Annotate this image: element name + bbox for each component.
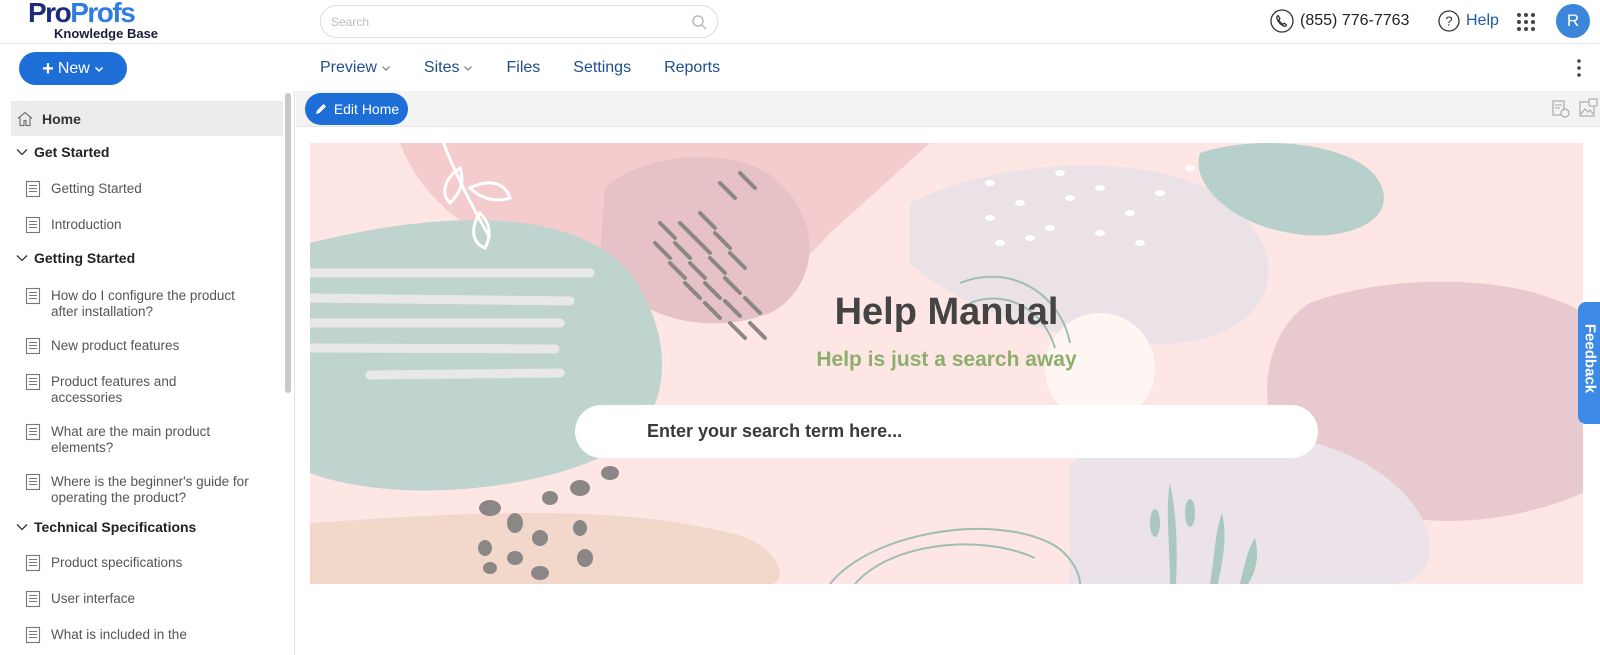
sidebar-category-label: Get Started (34, 144, 110, 160)
top-search-input[interactable] (331, 13, 671, 31)
hero-banner: Help Manual Help is just a search away (310, 143, 1583, 584)
nav-files-label: Files (506, 59, 541, 76)
sidebar-article[interactable]: What is included in the (24, 626, 254, 644)
feedback-tab[interactable]: Feedback (1578, 302, 1600, 424)
logo-part-1: Pro (28, 0, 72, 28)
chevron-down-icon (16, 149, 28, 156)
chevron-down-icon (16, 255, 28, 262)
nav-reports[interactable]: Reports (664, 59, 720, 77)
edit-home-label: Edit Home (333, 101, 400, 117)
hero-subtitle: Help is just a search away (816, 348, 1077, 371)
document-icon (25, 337, 41, 355)
chevron-down-icon (464, 66, 473, 71)
sidebar-article-label: How do I configure the product after ins… (51, 288, 235, 319)
logo-wordmark: ProProfs (28, 0, 136, 28)
document-icon (25, 626, 41, 644)
logo-subtitle: Knowledge Base (54, 26, 159, 41)
top-navigation: Preview Sites Files Settings Reports (320, 52, 753, 84)
sidebar-article-label: New product features (51, 338, 180, 353)
plus-icon: + (42, 57, 54, 80)
sidebar-article-label: What is included in the (51, 627, 187, 642)
banner-image-icon[interactable] (1578, 98, 1598, 118)
document-icon (25, 473, 41, 491)
sidebar-article-label: User interface (51, 591, 136, 606)
help-circle-icon: ? (1438, 10, 1460, 32)
phone-icon (1270, 9, 1294, 33)
sidebar-article[interactable]: How do I configure the product after ins… (24, 287, 254, 320)
sidebar-article-label: Product features and accessories (51, 374, 177, 405)
sidebar-article-label: Introduction (51, 217, 122, 232)
editor-toolbar (296, 91, 1600, 127)
proprofs-logo[interactable]: ProProfs Knowledge Base (28, 0, 168, 44)
phone-number: (855) 776-7763 (1300, 12, 1410, 29)
app-root: ProProfs Knowledge Base (855) 776-7763 ?… (0, 0, 1600, 655)
sidebar-article[interactable]: Getting Started (24, 180, 254, 198)
chevron-down-icon (381, 66, 390, 71)
sidebar-category-get-started[interactable]: Get Started (16, 140, 109, 164)
new-button-label: New (57, 59, 90, 77)
nav-preview[interactable]: Preview (320, 59, 391, 77)
sidebar-home-label: Home (42, 110, 81, 127)
nav-reports-label: Reports (664, 59, 721, 76)
new-button[interactable]: + New (19, 52, 127, 85)
home-icon (17, 111, 33, 126)
sidebar-category-label: Getting Started (34, 250, 136, 266)
sidebar-article-label: Product specifications (51, 555, 183, 570)
nav-files[interactable]: Files (506, 59, 540, 77)
search-icon[interactable] (691, 14, 707, 30)
nav-settings[interactable]: Settings (573, 59, 631, 77)
page-history-icon[interactable] (1551, 99, 1571, 119)
pencil-icon (315, 104, 326, 114)
chevron-down-icon (16, 524, 28, 531)
sidebar-article[interactable]: Where is the beginner's guide for operat… (24, 473, 254, 506)
hero-title: Help Manual (834, 291, 1059, 333)
phone-contact[interactable]: (855) 776-7763 (1270, 8, 1409, 34)
help-label: Help (1466, 12, 1499, 29)
apps-grid-icon[interactable] (1515, 11, 1537, 33)
nav-settings-label: Settings (573, 59, 632, 76)
sidebar-category-technical-specifications[interactable]: Technical Specifications (16, 515, 196, 539)
sidebar-category-label: Technical Specifications (34, 519, 197, 535)
sidebar-article-label: Getting Started (51, 181, 142, 196)
help-link[interactable]: ? Help (1438, 8, 1499, 34)
svg-text:?: ? (1445, 14, 1452, 29)
nav-sites[interactable]: Sites (424, 59, 474, 77)
hero-search-input[interactable] (647, 419, 1287, 443)
document-icon (25, 590, 41, 608)
document-icon (25, 554, 41, 572)
document-icon (25, 287, 41, 305)
nav-preview-label: Preview (320, 59, 377, 76)
user-avatar[interactable]: R (1556, 4, 1590, 38)
document-icon (25, 180, 41, 198)
sidebar-article[interactable]: New product features (24, 337, 254, 355)
sidebar-article-label: Where is the beginner's guide for operat… (51, 474, 249, 505)
sidebar-item-home[interactable]: Home (11, 101, 283, 136)
more-options-icon[interactable] (1576, 58, 1582, 78)
document-icon (25, 373, 41, 391)
sidebar-article[interactable]: Product features and accessories (24, 373, 254, 406)
sidebar-article-label: What are the main product elements? (51, 424, 211, 455)
top-search-box[interactable] (320, 5, 718, 38)
sidebar-category-getting-started[interactable]: Getting Started (16, 246, 135, 270)
top-header: ProProfs Knowledge Base (855) 776-7763 ?… (0, 0, 1600, 44)
sidebar-article[interactable]: User interface (24, 590, 254, 608)
sidebar-article[interactable]: Introduction (24, 216, 254, 234)
sidebar: Home Get Started Getting Started Introdu… (0, 91, 295, 655)
logo-part-2: Profs (70, 0, 136, 28)
chevron-down-icon (94, 66, 103, 72)
document-icon (25, 216, 41, 234)
feedback-label: Feedback (1581, 323, 1599, 394)
edit-home-button[interactable]: Edit Home (305, 93, 408, 125)
nav-sites-label: Sites (423, 59, 460, 76)
sidebar-scrollbar[interactable] (285, 93, 291, 393)
hero-search-box[interactable] (575, 405, 1318, 458)
document-icon (25, 423, 41, 441)
sidebar-article[interactable]: What are the main product elements? (24, 423, 254, 456)
sidebar-article[interactable]: Product specifications (24, 554, 254, 572)
